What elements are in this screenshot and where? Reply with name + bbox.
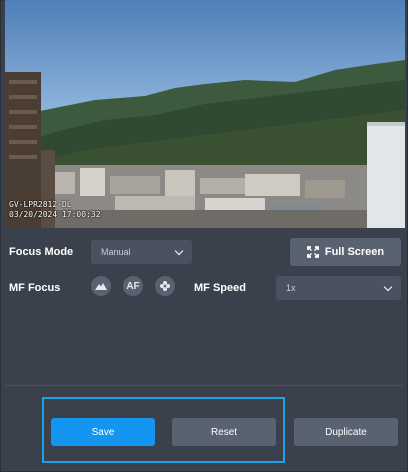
mf-speed-label: MF Speed [194, 282, 246, 294]
highlight-box [42, 397, 285, 463]
mf-speed-select[interactable]: 1x [276, 276, 401, 300]
mountain-icon [95, 283, 107, 290]
duplicate-label: Duplicate [325, 426, 367, 438]
autofocus-button[interactable]: AF [123, 276, 143, 296]
focus-mode-select[interactable]: Manual [91, 240, 192, 264]
flower-icon [160, 281, 170, 291]
camera-image [5, 0, 405, 228]
camera-live-view: GV-LPR2812-DL 03/20/2024 17:00:32 [5, 0, 405, 228]
full-screen-label: Full Screen [324, 246, 385, 258]
overlay-camera-model: GV-LPR2812-DL [9, 200, 72, 209]
duplicate-button[interactable]: Duplicate [294, 418, 398, 446]
divider [5, 385, 403, 386]
expand-icon [306, 246, 319, 258]
mf-focus-label: MF Focus [9, 282, 61, 294]
focus-mode-value: Manual [101, 247, 131, 257]
focus-near-button[interactable] [91, 276, 111, 296]
overlay-timestamp: 03/20/2024 17:00:32 [9, 210, 101, 219]
mf-speed-value: 1x [286, 283, 296, 293]
chevron-down-icon [383, 282, 393, 291]
focus-mode-label: Focus Mode [9, 246, 74, 258]
af-label: AF [126, 280, 140, 292]
chevron-down-icon [174, 246, 184, 255]
full-screen-button[interactable]: Full Screen [290, 238, 401, 266]
video-overlay-text: GV-LPR2812-DL 03/20/2024 17:00:32 [9, 200, 101, 220]
focus-far-button[interactable] [155, 276, 175, 296]
